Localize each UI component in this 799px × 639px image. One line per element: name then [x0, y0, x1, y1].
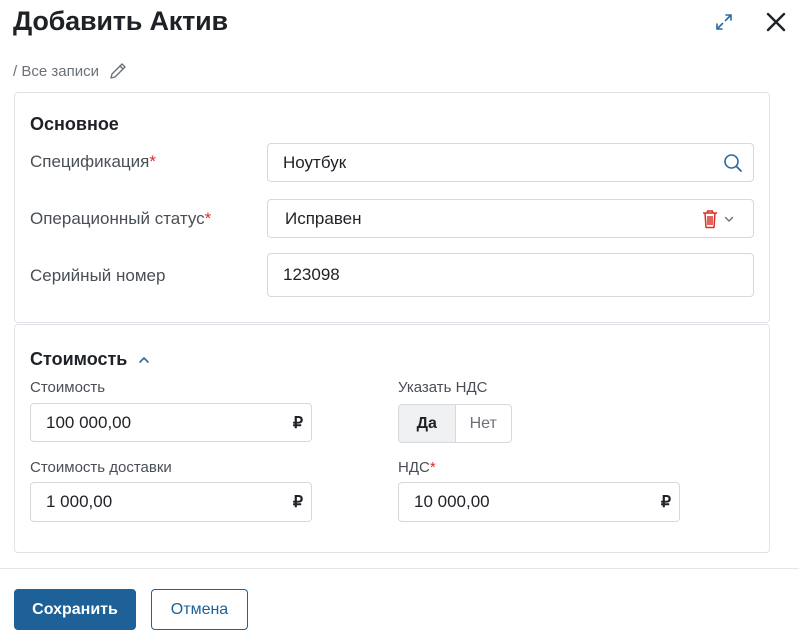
vat-toggle[interactable]: Да Нет	[398, 404, 512, 443]
vat-toggle-label: Указать НДС	[398, 379, 488, 396]
dialog-title: Добавить Актив	[13, 6, 228, 36]
save-button[interactable]: Сохранить	[14, 589, 136, 630]
breadcrumb: / Все записи	[13, 60, 129, 82]
specification-input[interactable]: Ноутбук	[267, 143, 754, 182]
cost-section-panel: Стоимость Стоимость 100 000,00 ₽ Указать…	[14, 324, 770, 553]
operational-status-label: Операционный статус*	[30, 209, 212, 228]
pencil-icon[interactable]	[107, 60, 129, 82]
main-section-title: Основное	[30, 114, 119, 134]
serial-number-label: Серийный номер	[30, 266, 166, 285]
footer-divider	[0, 568, 799, 569]
operational-status-select[interactable]: Исправен	[267, 199, 754, 238]
cancel-button[interactable]: Отмена	[151, 589, 248, 630]
cost-label: Стоимость	[30, 379, 106, 396]
vat-toggle-no[interactable]: Нет	[456, 405, 512, 442]
search-icon[interactable]	[722, 152, 744, 174]
expand-icon[interactable]	[713, 11, 735, 33]
specification-label: Спецификация*	[30, 152, 156, 171]
ruble-icon: ₽	[292, 414, 303, 432]
trash-icon[interactable]	[700, 208, 720, 230]
chevron-down-icon[interactable]	[723, 213, 735, 225]
delivery-cost-label: Стоимость доставки	[30, 459, 172, 476]
ruble-icon: ₽	[660, 494, 671, 511]
breadcrumb-all-records[interactable]: / Все записи	[13, 63, 99, 80]
cost-section-header[interactable]: Стоимость	[30, 349, 151, 370]
close-icon[interactable]	[764, 10, 788, 34]
vat-label: НДС*	[398, 459, 436, 476]
vat-input[interactable]: 10 000,00 ₽	[398, 482, 680, 522]
vat-toggle-yes[interactable]: Да	[399, 405, 456, 442]
main-section-panel: Основное Спецификация* Ноутбук Операцион…	[14, 92, 770, 323]
delivery-cost-input[interactable]: 1 000,00 ₽	[30, 482, 312, 522]
ruble-icon: ₽	[292, 494, 303, 511]
chevron-up-icon[interactable]	[137, 353, 151, 367]
cost-section-title: Стоимость	[30, 349, 128, 369]
serial-number-input[interactable]: 123098	[267, 253, 754, 297]
cost-input[interactable]: 100 000,00 ₽	[30, 403, 312, 442]
